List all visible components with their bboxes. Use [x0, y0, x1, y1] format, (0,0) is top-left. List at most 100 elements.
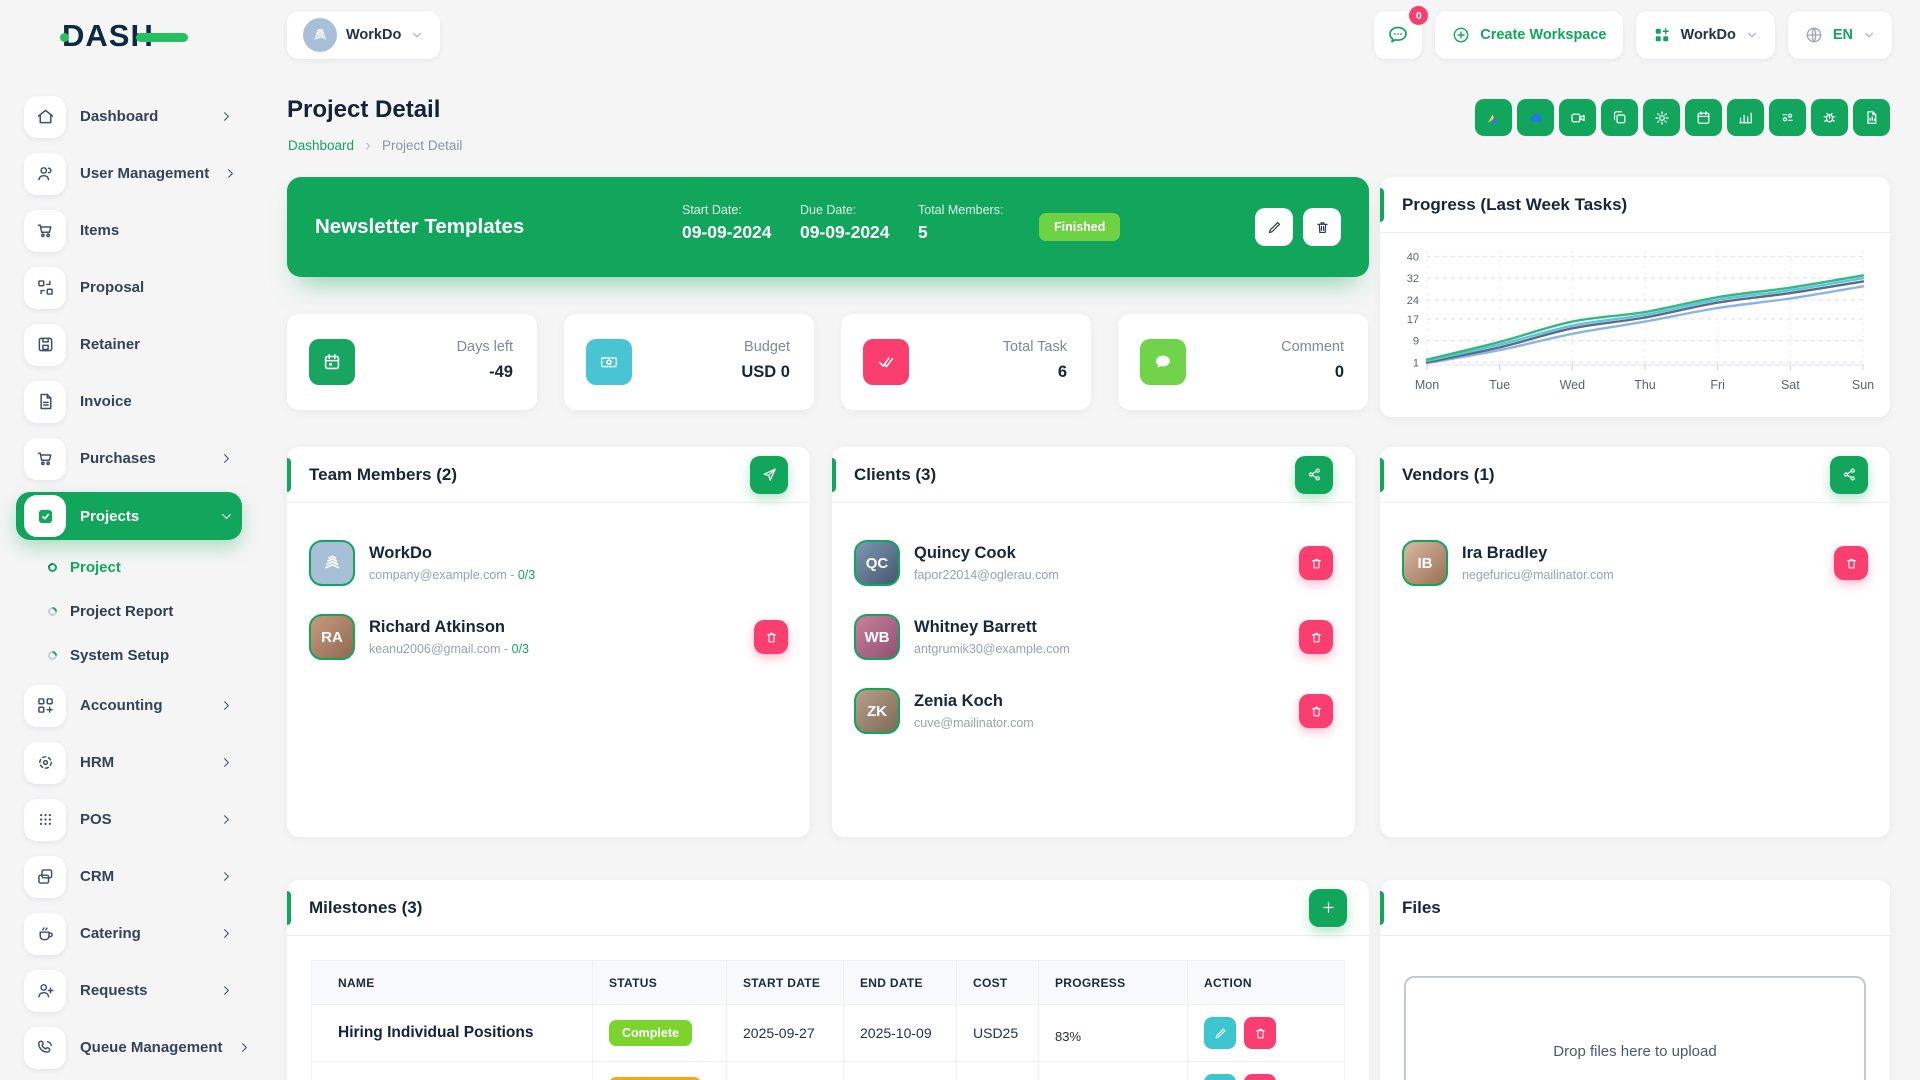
svg-text:40: 40 [1407, 251, 1419, 263]
sidebar-subitem-system-setup[interactable]: System Setup [16, 633, 242, 677]
settings-button[interactable] [1643, 99, 1680, 136]
invite-member-button[interactable] [750, 456, 788, 494]
sidebar-item-retainer[interactable]: Retainer [16, 316, 242, 373]
file-dropzone[interactable]: Drop files here to upload [1404, 976, 1866, 1080]
milestones-table: NAME STATUS START DATE END DATE COST PRO… [311, 960, 1345, 1080]
accent-bar [1380, 188, 1384, 222]
svg-text:9: 9 [1413, 336, 1419, 348]
sidebar-item-proposal[interactable]: Proposal [16, 259, 242, 316]
svg-text:Fri: Fri [1710, 378, 1725, 392]
sidebar-item-user-management[interactable]: User Management [16, 145, 242, 202]
sidebar-item-items[interactable]: Items [16, 202, 242, 259]
stat-card-budget: BudgetUSD 0 [564, 314, 814, 410]
sidebar-item-crm[interactable]: CRM [16, 848, 242, 905]
edit-milestone-button[interactable] [1204, 1074, 1236, 1080]
team-member-row: WorkDo company@example.com - 0/3 [287, 531, 810, 595]
remove-client-button[interactable] [1299, 620, 1333, 654]
svg-text:Sun: Sun [1852, 378, 1874, 392]
delete-project-button[interactable] [1303, 208, 1341, 246]
onedrive-button[interactable] [1517, 99, 1554, 136]
language-selector[interactable]: EN [1788, 11, 1892, 59]
workspace-selector[interactable]: WorkDo [287, 11, 440, 59]
calendar-button[interactable] [1685, 99, 1722, 136]
logo-dot [60, 33, 69, 42]
total-members-value: 5 [918, 222, 1003, 243]
messages-count-badge: 0 [1409, 6, 1428, 25]
sidebar-item-requests[interactable]: Requests [16, 962, 242, 1019]
chevron-right-icon [219, 698, 234, 713]
globe-icon [1804, 25, 1824, 45]
team-members-title: Team Members (2) [309, 465, 457, 485]
remove-client-button[interactable] [1299, 694, 1333, 728]
bug-button[interactable] [1811, 99, 1848, 136]
calendar-icon [309, 339, 355, 385]
table-row: Communication Updates Incomplete 2025-10… [311, 1062, 1345, 1080]
chevron-right-icon [237, 1040, 252, 1055]
delete-milestone-button[interactable] [1244, 1074, 1276, 1080]
days-left-value: -49 [457, 363, 513, 382]
trash-icon [1314, 219, 1331, 236]
status-badge: Finished [1039, 213, 1120, 241]
sidebar-item-purchases[interactable]: Purchases [16, 430, 242, 487]
copy-button[interactable] [1601, 99, 1638, 136]
user-plus-icon [24, 970, 66, 1012]
due-date-value: 09-09-2024 [800, 222, 890, 243]
sidebar-item-queue-management[interactable]: Queue Management [16, 1019, 242, 1076]
chevron-right-icon [219, 812, 234, 827]
copy-icon [1611, 109, 1628, 126]
client-row: QC Quincy Cook fapor22014@oglerau.com [832, 531, 1355, 595]
sidebar-item-dashboard[interactable]: Dashboard [16, 88, 242, 145]
delete-milestone-button[interactable] [1244, 1017, 1276, 1049]
trash-icon [1309, 704, 1324, 719]
team-members-card: Team Members (2) WorkDo company@example.… [287, 447, 810, 837]
sidebar-item-invoice[interactable]: Invoice [16, 373, 242, 430]
sidebar-item-projects[interactable]: Projects [16, 492, 242, 540]
chevron-right-icon [219, 869, 234, 884]
timeline-button[interactable] [1769, 99, 1806, 136]
report-icon [1863, 109, 1880, 126]
accent-bar [1380, 891, 1384, 925]
sidebar-item-accounting[interactable]: Accounting [16, 677, 242, 734]
logo-dash-bar [136, 33, 188, 42]
milestones-card: Milestones (3) NAME STATUS START DATE EN… [287, 880, 1369, 1080]
vendor-row: IB Ira Bradley negefuricu@mailinator.com [1380, 531, 1890, 595]
breadcrumb-dashboard-link[interactable]: Dashboard [288, 138, 354, 153]
timeline-icon [1779, 109, 1796, 126]
app-logo[interactable]: DASH [62, 18, 154, 54]
google-drive-button[interactable] [1475, 99, 1512, 136]
sidebar-item-hrm[interactable]: HRM [16, 734, 242, 791]
share-vendors-button[interactable] [1830, 456, 1868, 494]
remove-member-button[interactable] [754, 620, 788, 654]
sidebar-item-catering[interactable]: Catering [16, 905, 242, 962]
chevron-right-icon [219, 109, 234, 124]
due-date-group: Due Date: 09-09-2024 [800, 203, 890, 243]
sidebar-item-pos[interactable]: POS [16, 791, 242, 848]
sidebar-subitem-project-report[interactable]: Project Report [16, 589, 242, 633]
file-text-icon [24, 381, 66, 423]
sidebar-subitem-project[interactable]: Project [16, 545, 242, 589]
chart-button[interactable] [1727, 99, 1764, 136]
create-workspace-button[interactable]: Create Workspace [1435, 11, 1622, 59]
remove-client-button[interactable] [1299, 546, 1333, 580]
chevron-down-icon [1745, 28, 1759, 42]
progress-chart-card: Progress (Last Week Tasks) 4032241791Mon… [1380, 177, 1890, 417]
video-button[interactable] [1559, 99, 1596, 136]
remove-vendor-button[interactable] [1834, 546, 1868, 580]
grid-plus-icon [24, 685, 66, 727]
chevron-down-icon [410, 28, 424, 42]
add-milestone-button[interactable] [1309, 889, 1347, 927]
table-header-row: NAME STATUS START DATE END DATE COST PRO… [311, 960, 1345, 1005]
report-button[interactable] [1853, 99, 1890, 136]
apps-menu-button[interactable]: WorkDo [1636, 11, 1775, 59]
share-clients-button[interactable] [1295, 456, 1333, 494]
svg-text:Thu: Thu [1634, 378, 1656, 392]
edit-milestone-button[interactable] [1204, 1017, 1236, 1049]
calendar-icon [1695, 109, 1712, 126]
svg-text:24: 24 [1407, 295, 1419, 307]
edit-project-button[interactable] [1255, 208, 1293, 246]
client-row: ZK Zenia Koch cuve@mailinator.com [832, 679, 1355, 743]
svg-text:Tue: Tue [1489, 378, 1510, 392]
client-row: WB Whitney Barrett antgrumik30@example.c… [832, 605, 1355, 669]
bullet-icon [46, 561, 59, 574]
messages-button[interactable]: 0 [1374, 11, 1422, 59]
